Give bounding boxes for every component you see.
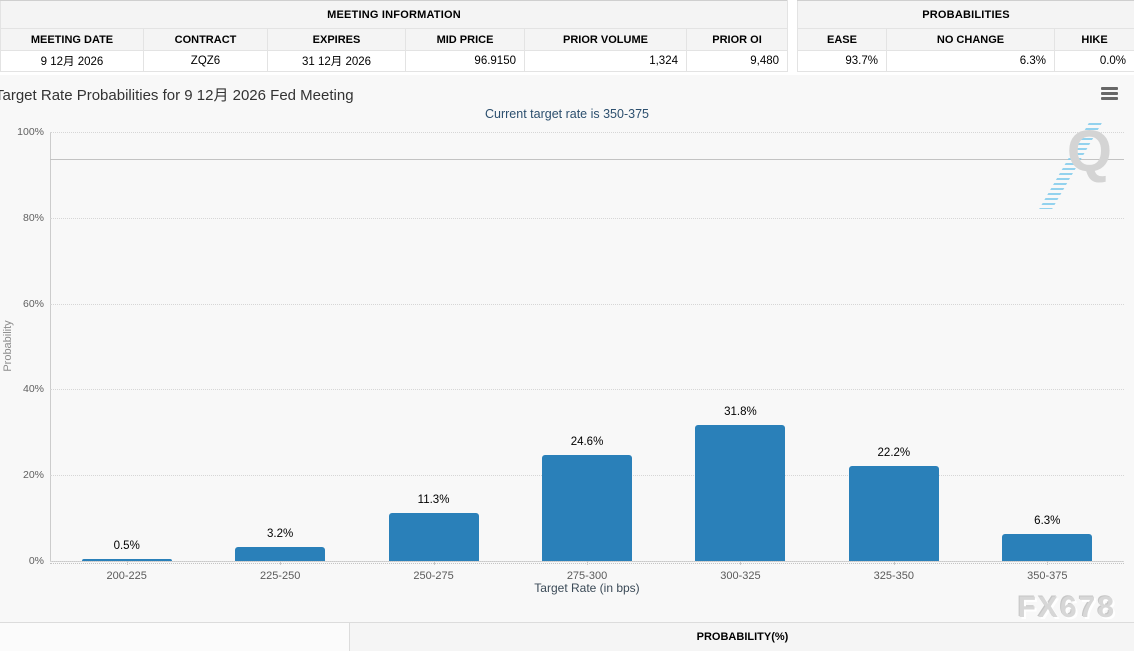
col-mid-price: MID PRICE: [406, 29, 525, 51]
col-prior-volume: PRIOR VOLUME: [525, 29, 687, 51]
mid-price-value: 96.9150: [406, 51, 525, 72]
col-expires: EXPIRES: [268, 29, 406, 51]
y-axis-title: Probability: [2, 320, 14, 371]
meeting-information-title: MEETING INFORMATION: [1, 1, 788, 29]
quikstrike-logo-watermark: Q: [1067, 123, 1112, 181]
y-tick-label: 60%: [3, 298, 44, 310]
bar-value-label: 3.2%: [225, 528, 335, 540]
hike-value: 0.0%: [1055, 51, 1134, 72]
bar-value-label: 24.6%: [532, 436, 642, 448]
bar-value-label: 0.5%: [72, 540, 182, 552]
chart-subtitle: Current target rate is 350-375: [0, 107, 1134, 121]
x-tick-mark: [434, 561, 435, 565]
col-no-change: NO CHANGE: [887, 29, 1055, 51]
col-hike: HIKE: [1055, 29, 1134, 51]
y-gridline: [50, 218, 1124, 219]
y-tick-label: 20%: [3, 469, 44, 481]
y-gridline: [50, 132, 1124, 133]
y-tick-label: 0%: [3, 555, 44, 567]
x-tick-mark: [587, 561, 588, 565]
prior-volume-value: 1,324: [525, 51, 687, 72]
bar: [1002, 534, 1092, 561]
bar-value-label: 6.3%: [992, 515, 1102, 527]
hamburger-icon: [1101, 87, 1118, 90]
footer-probability-header: PROBABILITY(%): [351, 623, 1134, 651]
plot-line: [50, 159, 1124, 160]
x-tick-mark: [894, 561, 895, 565]
bar: [542, 455, 632, 561]
meeting-information-table: MEETING INFORMATION MEETING DATE CONTRAC…: [0, 0, 788, 72]
x-tick-mark: [740, 561, 741, 565]
plot-area: 0%20%40%60%80%100%0.5%200-2253.2%225-250…: [50, 132, 1124, 561]
x-axis-title: Target Rate (in bps): [50, 581, 1124, 595]
col-prior-oi: PRIOR OI: [687, 29, 788, 51]
bar-value-label: 11.3%: [379, 494, 489, 506]
bar: [695, 425, 785, 561]
y-tick-label: 100%: [3, 126, 44, 138]
x-tick-mark: [280, 561, 281, 565]
y-axis-line: [50, 132, 51, 561]
bar: [849, 466, 939, 561]
probabilities-table: PROBABILITIES EASE NO CHANGE HIKE 93.7% …: [797, 0, 1134, 72]
bar: [389, 513, 479, 561]
bar-value-label: 31.8%: [685, 406, 795, 418]
contract-value: ZQZ6: [144, 51, 268, 72]
prior-oi-value: 9,480: [687, 51, 788, 72]
footer-bar: PROBABILITY(%): [0, 622, 1134, 651]
fedwatch-tool: MEETING INFORMATION MEETING DATE CONTRAC…: [0, 0, 1134, 651]
hamburger-icon: [1101, 97, 1118, 100]
col-contract: CONTRACT: [144, 29, 268, 51]
chart-context-menu-button[interactable]: [1101, 87, 1118, 101]
y-gridline: [50, 304, 1124, 305]
probability-chart: Target Rate Probabilities for 9 12月 2026…: [0, 75, 1134, 622]
meeting-date-value: 9 12月 2026: [1, 51, 144, 72]
y-tick-label: 80%: [3, 212, 44, 224]
top-tables: MEETING INFORMATION MEETING DATE CONTRAC…: [0, 0, 1134, 75]
y-gridline: [50, 389, 1124, 390]
no-change-value: 6.3%: [887, 51, 1055, 72]
fx678-watermark: FX678: [1018, 593, 1116, 623]
expires-value: 31 12月 2026: [268, 51, 406, 72]
bar: [235, 547, 325, 561]
probabilities-title: PROBABILITIES: [798, 1, 1134, 29]
chart-title: Target Rate Probabilities for 9 12月 2026…: [0, 84, 354, 105]
x-tick-mark: [127, 561, 128, 565]
footer-left-cell: [0, 623, 350, 651]
ease-value: 93.7%: [798, 51, 887, 72]
bar-value-label: 22.2%: [839, 447, 949, 459]
col-ease: EASE: [798, 29, 887, 51]
col-meeting-date: MEETING DATE: [1, 29, 144, 51]
x-tick-mark: [1047, 561, 1048, 565]
y-tick-label: 40%: [3, 383, 44, 395]
hamburger-icon: [1101, 92, 1118, 95]
